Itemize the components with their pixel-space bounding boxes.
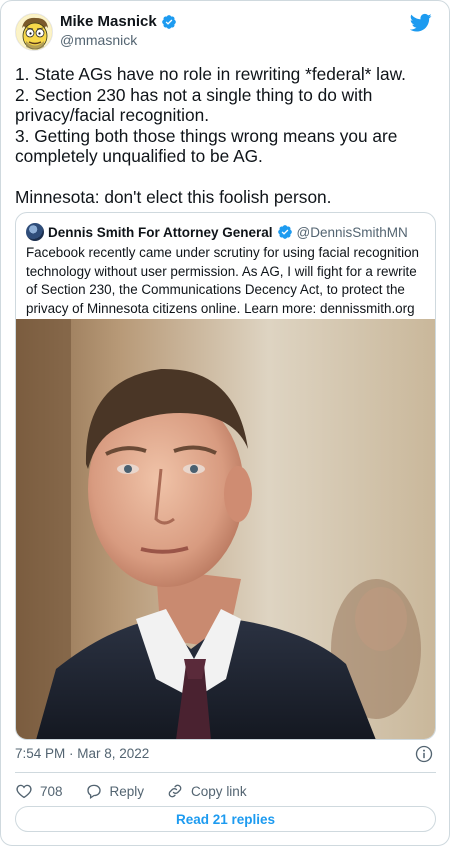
tweet-text: 1. State AGs have no role in rewriting *… <box>15 64 406 207</box>
like-count: 708 <box>40 783 63 799</box>
quoted-tweet-photo[interactable] <box>16 319 435 739</box>
embedded-tweet-card: Mike Masnick @mmasnick 1. State AGs have… <box>0 0 450 846</box>
author-avatar[interactable] <box>15 13 53 51</box>
quoted-author-avatar <box>26 223 44 241</box>
copy-link-label: Copy link <box>191 783 247 799</box>
quoted-author-handle: @DennisSmithMN <box>296 224 408 240</box>
quoted-tweet-header: Dennis Smith For Attorney General @Denni… <box>26 223 408 241</box>
verified-badge-icon <box>277 225 292 239</box>
reply-label: Reply <box>109 783 145 799</box>
quoted-tweet-text: Facebook recently came under scrutiny fo… <box>26 245 419 316</box>
tweet-actions: 708 Reply Copy link <box>15 780 269 802</box>
author-handle[interactable]: @mmasnick <box>60 32 137 48</box>
read-replies-button[interactable]: Read 21 replies <box>15 806 436 832</box>
tweet-timestamp[interactable]: 7:54 PM · Mar 8, 2022 <box>15 746 149 761</box>
heart-icon <box>16 784 32 799</box>
twitter-bird-icon[interactable] <box>410 13 432 33</box>
footer-divider <box>15 772 436 773</box>
verified-badge-icon <box>161 14 176 29</box>
copy-link-button[interactable]: Copy link <box>166 782 247 800</box>
speech-bubble-icon <box>86 784 101 800</box>
reply-button[interactable]: Reply <box>85 782 145 800</box>
quoted-tweet[interactable]: Dennis Smith For Attorney General @Denni… <box>15 212 436 740</box>
author-avatar-image <box>16 14 52 50</box>
author-display-name[interactable]: Mike Masnick <box>60 13 157 30</box>
quoted-author-name: Dennis Smith For Attorney General <box>48 224 273 240</box>
link-icon <box>168 784 182 798</box>
info-icon[interactable] <box>415 745 433 763</box>
author-name-row[interactable]: Mike Masnick <box>60 13 177 30</box>
like-button[interactable]: 708 <box>15 782 63 800</box>
portrait-photo <box>16 319 435 739</box>
